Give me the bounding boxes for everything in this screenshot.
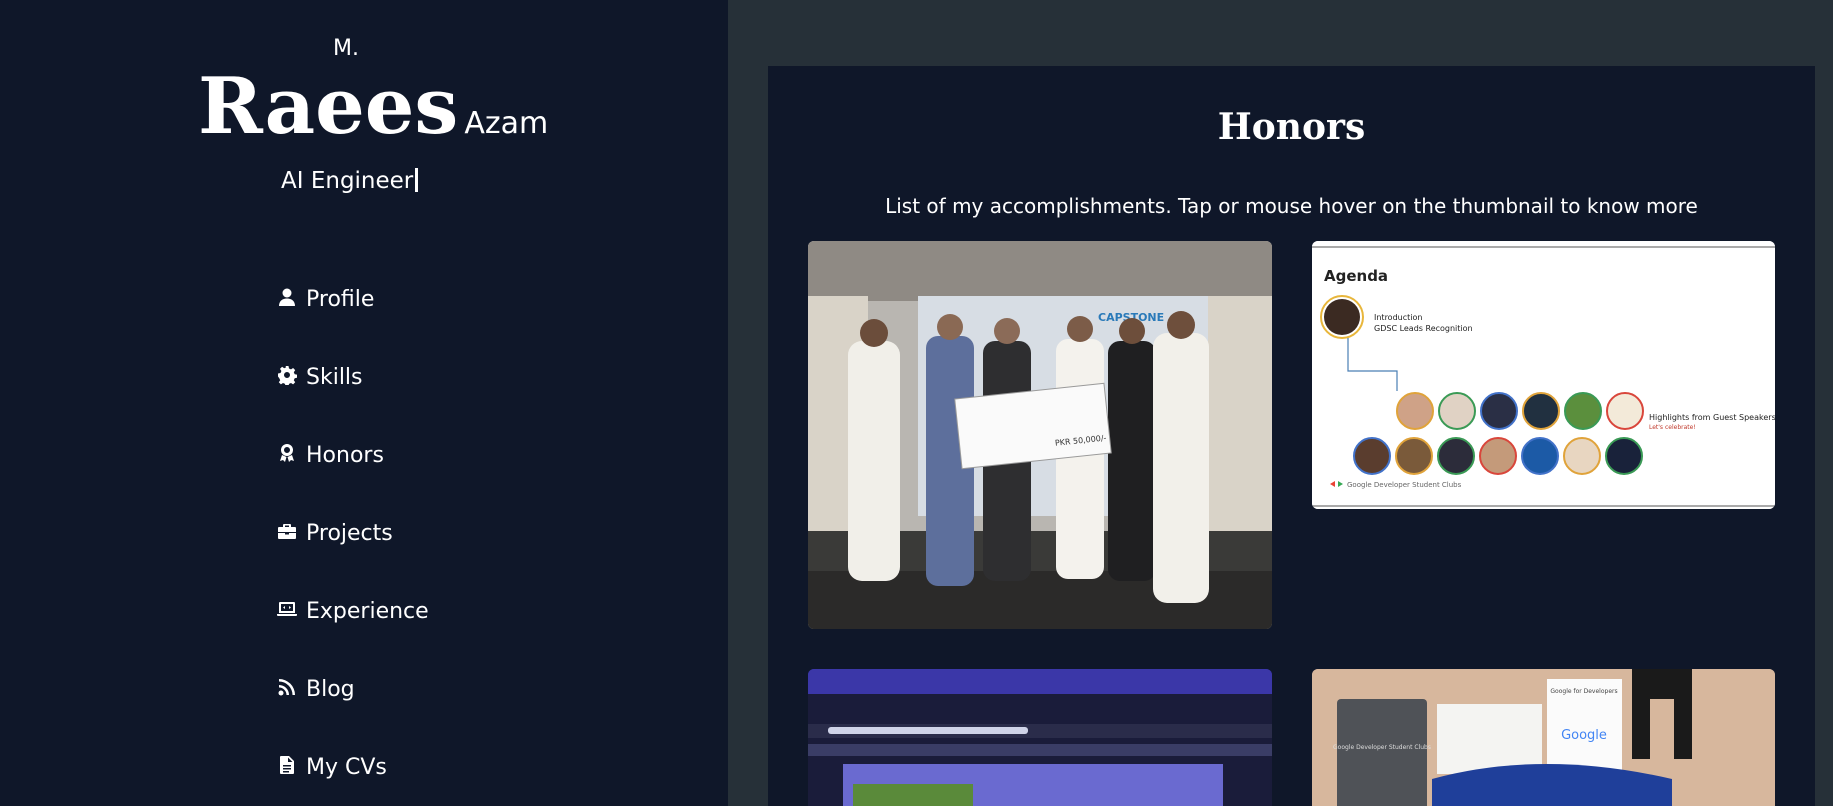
- nav-item-skills[interactable]: Skills: [276, 366, 429, 444]
- nav-label: Blog: [306, 677, 355, 702]
- nav-label: Honors: [306, 443, 384, 468]
- laptop-photo: [808, 669, 1272, 806]
- document-icon: [276, 754, 298, 776]
- speakers-subtext: Let's celebrate!: [1649, 424, 1696, 431]
- typing-caret: [415, 168, 419, 192]
- nav-item-honors[interactable]: Honors: [276, 444, 429, 522]
- rss-icon: [276, 676, 298, 698]
- nav-label: Experience: [306, 599, 429, 624]
- card-label: Google for Developers: [1550, 688, 1617, 695]
- sidebar-nav: Profile Skills Honors Projects Experienc…: [276, 288, 429, 806]
- award-photo: CAPSTONE PKR 50,000/-: [808, 241, 1272, 629]
- nav-label: Projects: [306, 521, 393, 546]
- last-name: Raees: [198, 61, 459, 152]
- nav-label: Skills: [306, 365, 363, 390]
- agenda-line-1: Introduction: [1374, 313, 1422, 322]
- user-icon: [276, 286, 298, 308]
- agenda-slide: Agenda Introduction GDSC Leads Recogniti…: [1312, 241, 1775, 509]
- nav-label: Profile: [306, 287, 375, 312]
- nav-item-projects[interactable]: Projects: [276, 522, 429, 600]
- gdsc-footer: Google Developer Student Clubs: [1347, 481, 1462, 489]
- name-row: Raees Azam: [198, 62, 548, 152]
- first-initial: M.: [333, 36, 359, 61]
- notebook-label: Google Developer Student Clubs: [1333, 744, 1431, 751]
- sidebar: M. Raees Azam AI Engineer Profile Skills …: [0, 0, 728, 806]
- surname: Azam: [464, 106, 549, 141]
- honor-thumbnail-award[interactable]: CAPSTONE PKR 50,000/-: [808, 241, 1272, 629]
- role-text: AI Engineer: [281, 168, 414, 194]
- section-subtitle: List of my accomplishments. Tap or mouse…: [885, 194, 1698, 218]
- briefcase-icon: [276, 520, 298, 542]
- honor-thumbnail-gdsc-agenda[interactable]: Agenda Introduction GDSC Leads Recogniti…: [1312, 241, 1775, 509]
- gear-icon: [276, 364, 298, 386]
- role-typing: AI Engineer: [281, 168, 419, 194]
- honors-section: Honors List of my accomplishments. Tap o…: [768, 66, 1815, 806]
- honor-thumbnail-google-swag[interactable]: Google Developer Student Clubs Google fo…: [1312, 669, 1775, 806]
- laptop-icon: [276, 598, 298, 620]
- agenda-line-2: GDSC Leads Recognition: [1374, 324, 1473, 333]
- section-title: Honors: [1217, 106, 1366, 148]
- swag-photo: Google Developer Student Clubs Google fo…: [1312, 669, 1775, 806]
- nav-item-profile[interactable]: Profile: [276, 288, 429, 366]
- award-icon: [276, 442, 298, 464]
- nav-label: My CVs: [306, 755, 387, 780]
- nav-item-cvs[interactable]: My CVs: [276, 756, 429, 806]
- nav-item-experience[interactable]: Experience: [276, 600, 429, 678]
- google-logo-text: Google: [1561, 728, 1607, 743]
- agenda-title: Agenda: [1324, 267, 1388, 285]
- nav-item-blog[interactable]: Blog: [276, 678, 429, 756]
- honor-thumbnail-laptop[interactable]: [808, 669, 1272, 806]
- speakers-text: Highlights from Guest Speakers: [1649, 413, 1775, 422]
